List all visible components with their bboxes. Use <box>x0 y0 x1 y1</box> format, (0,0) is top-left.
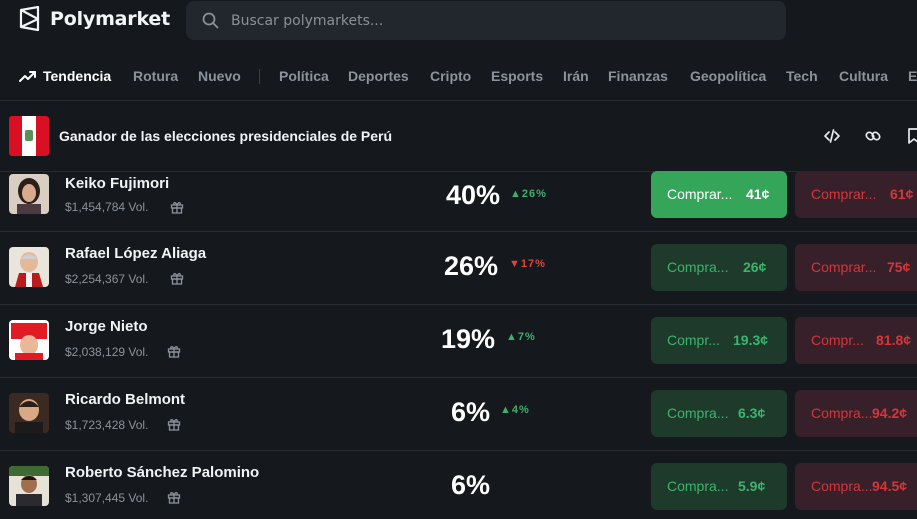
nav-tab-esports[interactable]: Esports <box>491 68 543 84</box>
probability-change: ▲7% <box>506 331 536 343</box>
probability-change: ▲4% <box>500 404 530 416</box>
candidate-volume: $1,454,784 Vol. <box>65 200 149 214</box>
candidate-volume: $1,723,428 Vol. <box>65 418 149 432</box>
bookmark-icon[interactable] <box>905 127 917 145</box>
nav-tab-cripto[interactable]: Cripto <box>430 68 471 84</box>
buy-no-button[interactable]: Comprar... 61¢ <box>795 171 917 218</box>
market-title[interactable]: Ganador de las elecciones presidenciales… <box>59 128 392 144</box>
candidate-avatar <box>9 466 49 506</box>
nav-tab-cultura[interactable]: Cultura <box>839 68 888 84</box>
candidate-avatar <box>9 247 49 287</box>
outcome-row-roberto-sanchez-palomino[interactable]: Roberto Sánchez Palomino $1,307,445 Vol.… <box>0 451 917 519</box>
peru-flag-icon <box>9 116 49 156</box>
code-icon[interactable] <box>823 127 841 145</box>
outcome-row-jorge-nieto[interactable]: Jorge Nieto $2,038,129 Vol. 19% ▲7% Comp… <box>0 305 917 378</box>
gift-icon[interactable] <box>170 271 184 285</box>
buy-yes-button[interactable]: Compra... 26¢ <box>651 244 787 291</box>
brand-name: Polymarket <box>50 8 170 30</box>
gift-icon[interactable] <box>167 490 181 504</box>
nav-separator <box>259 69 260 84</box>
candidate-volume: $2,254,367 Vol. <box>65 272 149 286</box>
candidate-name[interactable]: Rafael López Aliaga <box>65 245 206 262</box>
candidate-avatar <box>9 320 49 360</box>
nav-tab-tech[interactable]: Tech <box>786 68 818 84</box>
nav-tab-nuevo[interactable]: Nuevo <box>198 68 241 84</box>
outcome-row-keiko-fujimori[interactable]: Keiko Fujimori $1,454,784 Vol. 40% ▲26% … <box>0 159 917 232</box>
nav-tab-rotura[interactable]: Rotura <box>133 68 178 84</box>
outcome-probability: 26% <box>443 251 498 281</box>
candidate-volume: $1,307,445 Vol. <box>65 491 149 505</box>
outcome-probability: 6% <box>450 470 490 500</box>
polymarket-logo-icon <box>19 6 40 32</box>
outcome-probability: 40% <box>445 180 500 210</box>
nav-tab-iran[interactable]: Irán <box>563 68 589 84</box>
brand-logo[interactable]: Polymarket <box>18 6 170 32</box>
up-arrow-icon: ▲ <box>510 188 522 200</box>
search-input[interactable]: Buscar polymarkets... <box>186 1 786 40</box>
nav-tab-finanzas[interactable]: Finanzas <box>608 68 668 84</box>
candidate-name[interactable]: Keiko Fujimori <box>65 175 169 192</box>
outcome-row-rafael-lopez-aliaga[interactable]: Rafael López Aliaga $2,254,367 Vol. 26% … <box>0 232 917 305</box>
candidate-volume: $2,038,129 Vol. <box>65 345 149 359</box>
outcome-row-ricardo-belmont[interactable]: Ricardo Belmont $1,723,428 Vol. 6% ▲4% C… <box>0 378 917 451</box>
candidate-name[interactable]: Jorge Nieto <box>65 318 148 335</box>
buy-yes-button[interactable]: Compra... 6.3¢ <box>651 390 787 437</box>
link-icon[interactable] <box>864 127 882 145</box>
search-placeholder: Buscar polymarkets... <box>231 12 384 29</box>
probability-change: ▲26% <box>510 188 547 200</box>
buy-no-button[interactable]: Compra... 94.5¢ <box>795 463 917 510</box>
buy-yes-button[interactable]: Compr... 19.3¢ <box>651 317 787 364</box>
gift-icon[interactable] <box>167 344 181 358</box>
up-arrow-icon: ▲ <box>500 404 512 416</box>
buy-yes-button[interactable]: Comprar... 41¢ <box>651 171 787 218</box>
nav-tab-politica[interactable]: Política <box>279 68 329 84</box>
buy-no-button[interactable]: Compra... 94.2¢ <box>795 390 917 437</box>
probability-change: ▼17% <box>509 258 546 270</box>
outcome-probability: 19% <box>440 324 495 354</box>
category-nav: Tendencia Rotura Nuevo Política Deportes… <box>0 58 917 94</box>
up-arrow-icon: ▲ <box>506 331 518 343</box>
nav-tab-geopolitica[interactable]: Geopolítica <box>690 68 766 84</box>
top-bar: Polymarket Buscar polymarkets... <box>0 0 917 44</box>
candidate-name[interactable]: Ricardo Belmont <box>65 391 185 408</box>
down-arrow-icon: ▼ <box>509 258 521 270</box>
gift-icon[interactable] <box>170 200 184 214</box>
candidate-avatar <box>9 393 49 433</box>
trending-up-icon <box>19 71 36 82</box>
candidate-name[interactable]: Roberto Sánchez Palomino <box>65 464 259 481</box>
buy-no-button[interactable]: Compr... 81.8¢ <box>795 317 917 364</box>
nav-tab-tendencia[interactable]: Tendencia <box>43 68 111 84</box>
buy-no-button[interactable]: Comprar... 75¢ <box>795 244 917 291</box>
gift-icon[interactable] <box>167 417 181 431</box>
candidate-avatar <box>9 174 49 214</box>
search-icon <box>202 12 219 29</box>
nav-tab-deportes[interactable]: Deportes <box>348 68 409 84</box>
nav-tab-overflow[interactable]: E <box>908 68 917 84</box>
buy-yes-button[interactable]: Compra... 5.9¢ <box>651 463 787 510</box>
outcome-probability: 6% <box>450 397 490 427</box>
